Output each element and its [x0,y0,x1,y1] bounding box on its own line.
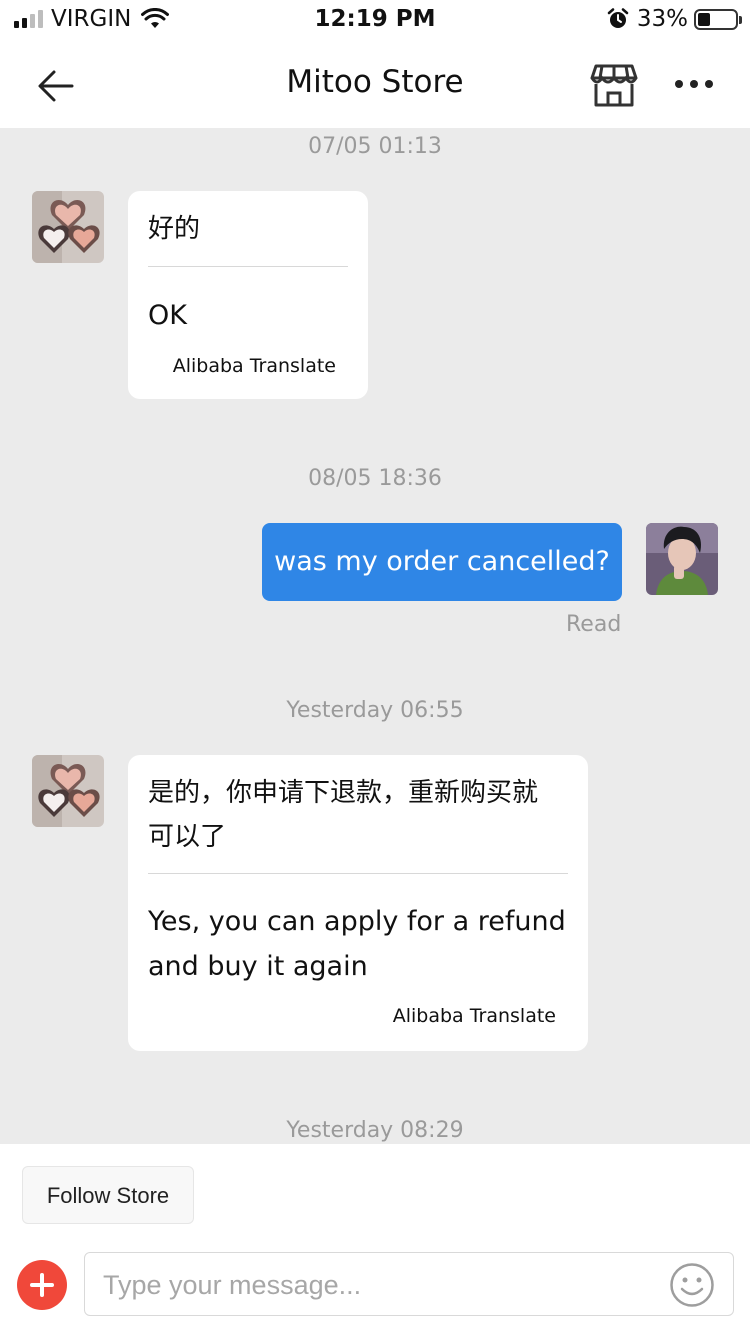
translation-divider [148,873,568,874]
status-bar: VIRGIN 12:19 PM 33% [0,0,750,42]
store-avatar[interactable] [32,755,104,827]
status-bar-right: 33% [607,6,742,32]
battery-percent: 33% [636,6,688,32]
read-receipt: Read [566,612,622,637]
store-message-bubble[interactable]: 是的，你申请下退款，重新购买就 可以了 Yes, you can apply f… [128,755,588,1051]
translation-credit: Alibaba Translate [172,355,336,377]
store-avatar-image [32,191,104,263]
message-input[interactable] [103,1265,663,1305]
chat-area[interactable]: 07/05 01:13 好的 OK Alibaba Translate 08/0… [0,128,750,1144]
store-icon[interactable] [590,62,638,108]
message-timestamp: Yesterday 06:55 [286,698,464,723]
translated-text: and buy it again [148,951,368,982]
more-icon[interactable] [674,78,714,90]
store-avatar[interactable] [32,191,104,263]
store-message-bubble[interactable]: 好的 OK Alibaba Translate [128,191,368,399]
translated-text: OK [148,300,187,331]
battery-fill [698,12,710,26]
alarm-clock-icon [607,8,629,28]
emoji-icon[interactable] [669,1262,715,1308]
original-text: 可以了 [148,822,227,852]
my-avatar[interactable] [646,523,718,595]
my-message-bubble[interactable]: was my order cancelled? [262,523,622,601]
my-avatar-image [646,523,718,595]
translation-credit: Alibaba Translate [392,1005,556,1027]
message-input-box[interactable] [84,1252,734,1316]
plus-icon[interactable] [17,1260,67,1310]
original-text: 好的 [148,214,201,244]
message-timestamp: 07/05 01:13 [308,134,442,159]
message-timestamp: 08/05 18:36 [308,466,442,491]
original-text: 是的，你申请下退款，重新购买就 [148,778,539,808]
follow-store-button[interactable]: Follow Store [22,1166,194,1224]
translation-divider [148,266,348,267]
battery-icon [694,8,742,30]
composer-area: Follow Store [0,1144,750,1334]
message-timestamp: Yesterday 08:29 [286,1118,464,1143]
store-avatar-image [32,755,104,827]
translated-text: Yes, you can apply for a refund [148,906,566,937]
nav-bar: Mitoo Store [0,42,750,128]
